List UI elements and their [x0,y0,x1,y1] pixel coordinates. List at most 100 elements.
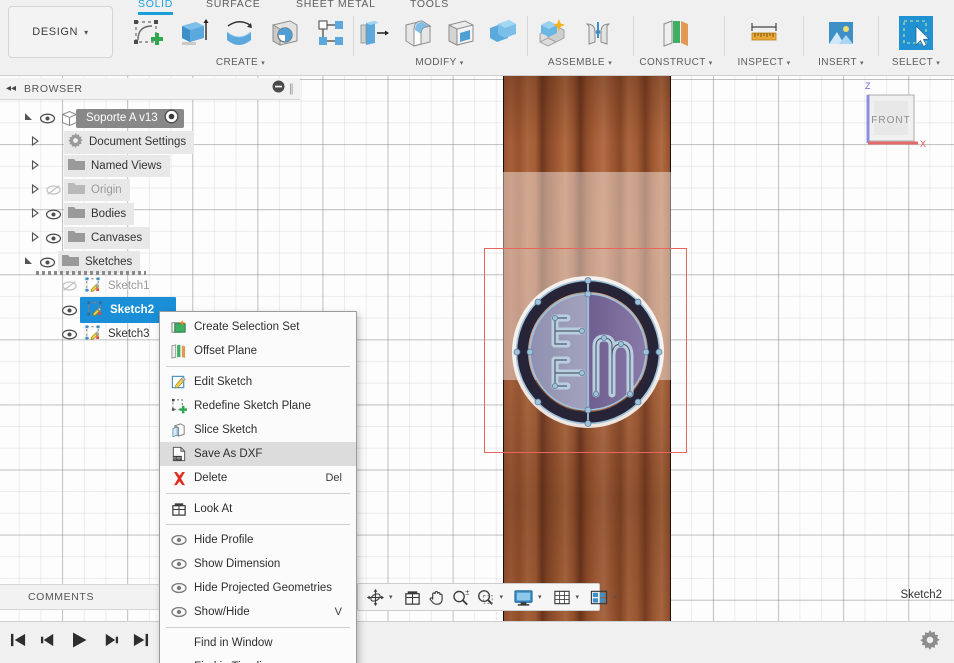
expand-arrow-icon[interactable] [22,256,36,268]
sweep-icon[interactable] [263,12,307,54]
orbit-icon[interactable] [364,585,387,609]
tab-sheet-metal[interactable]: SHEET METAL [296,0,376,10]
insert-canvas-icon[interactable] [819,12,863,54]
tree-node-named-views[interactable]: Named Views [0,154,300,178]
ribbon-group-modify-label[interactable]: MODIFY ▾ [356,57,523,68]
visibility-eye-hidden-icon[interactable] [42,184,64,196]
combine-icon[interactable] [483,12,523,54]
ribbon-group-construct-label[interactable]: CONSTRUCT ▾ [636,57,716,68]
press-pull-icon[interactable] [356,12,396,54]
active-sketch-label: Sketch2 [900,589,942,601]
zoom-window-icon[interactable] [474,585,498,609]
tree-node-bodies[interactable]: Bodies [0,202,300,226]
menu-item-label: Edit Sketch [194,376,253,388]
collapse-arrow-icon[interactable] [28,159,42,172]
tree-node-sketch3-row: Sketch3 [80,322,158,347]
visibility-eye-icon[interactable] [36,257,58,268]
tree-node-document-settings-row: Document Settings [64,130,195,154]
menu-item-show-dimension[interactable]: Show Dimension [160,552,356,576]
menu-item-hide-projected-geometries[interactable]: Hide Projected Geometries [160,576,356,600]
zoom-icon[interactable]: ± [449,585,473,609]
chevron-down-icon: ▾ [859,60,864,67]
panel-grip-icon[interactable]: ∥ [289,82,295,95]
visibility-eye-icon[interactable] [36,113,58,124]
visibility-eye-hidden-icon[interactable] [58,280,80,292]
tab-solid[interactable]: SOLID [138,0,174,15]
ribbon-group-insert-label[interactable]: INSERT ▾ [806,57,876,68]
chevron-down-icon[interactable]: ▾ [538,593,542,601]
create-sketch-icon[interactable] [125,12,169,54]
visibility-eye-icon[interactable] [58,329,80,340]
timeline-settings-icon[interactable] [920,630,954,655]
tree-node-canvases[interactable]: Canvases [0,226,300,250]
menu-item-edit-sketch[interactable]: Edit Sketch [160,370,356,394]
view-cube[interactable]: FRONT Z X [846,79,930,161]
expand-arrow-icon[interactable] [22,112,36,124]
play-icon[interactable] [70,631,89,654]
jump-to-beginning-icon[interactable] [10,632,27,653]
jump-to-end-icon[interactable] [132,632,149,653]
pan-icon[interactable] [425,585,448,609]
menu-item-label: Redefine Sketch Plane [194,400,311,412]
menu-item-slice-sketch[interactable]: Slice Sketch [160,418,356,442]
delete-icon [168,471,190,486]
shell-icon[interactable] [441,12,481,54]
select-icon[interactable] [894,12,938,54]
tree-node-root[interactable]: Soporte A v13 [0,106,300,130]
tree-node-document-settings[interactable]: Document Settings [0,130,300,154]
grid-snaps-icon[interactable] [550,585,574,609]
tree-node-named-views-label: Named Views [91,159,162,172]
chevron-down-icon[interactable]: ▾ [576,593,580,601]
menu-item-show-hide[interactable]: Show/Hide V [160,600,356,624]
visibility-eye-icon[interactable] [42,233,64,244]
collapse-left-icon[interactable]: ◂◂ [6,83,16,94]
menu-item-offset-plane[interactable]: Offset Plane [160,339,356,363]
new-component-icon[interactable] [530,12,574,54]
ribbon-toolbar: DESIGN ▾ SOLID SURFACE SHEET METAL TOOLS [0,0,954,76]
revolve-icon[interactable] [217,12,261,54]
menu-item-delete[interactable]: Delete Del [160,466,356,490]
menu-item-hide-profile[interactable]: Hide Profile [160,528,356,552]
offset-plane-icon[interactable] [654,12,698,54]
collapse-arrow-icon[interactable] [28,207,42,220]
collapse-arrow-icon[interactable] [28,135,42,148]
collapse-arrow-icon[interactable] [28,231,42,244]
chevron-down-icon[interactable]: ▾ [389,593,393,601]
visibility-eye-icon[interactable] [42,209,64,220]
tree-node-origin[interactable]: Origin [0,178,300,202]
step-back-icon[interactable] [40,632,57,653]
minus-circle-icon[interactable] [272,80,285,98]
workspace-selector[interactable]: DESIGN ▾ [8,6,113,58]
ribbon-group-inspect-label[interactable]: INSPECT ▾ [727,57,801,68]
look-at-icon[interactable] [401,585,424,609]
activate-component-radio[interactable] [164,109,179,127]
tab-tools[interactable]: TOOLS [410,0,449,10]
collapse-arrow-icon[interactable] [28,183,42,196]
joint-icon[interactable] [576,12,620,54]
measure-icon[interactable] [742,12,786,54]
menu-item-find-in-timeline[interactable]: Find in Timeline [160,655,356,663]
ribbon-group-create-label[interactable]: CREATE ▾ [125,57,356,68]
menu-item-save-as-dxf[interactable]: DXF Save As DXF [160,442,356,466]
menu-item-redefine-sketch-plane[interactable]: Redefine Sketch Plane [160,394,356,418]
step-forward-icon[interactable] [102,632,119,653]
chevron-down-icon[interactable]: ▾ [613,593,617,601]
tree-node-sketches[interactable]: Sketches [0,250,300,275]
extrude-icon[interactable] [171,12,215,54]
viewport-layout-icon[interactable] [587,585,611,609]
ribbon-divider [803,16,804,56]
pattern-icon[interactable] [309,12,353,54]
slice-sketch-icon [168,422,190,438]
tab-surface[interactable]: SURFACE [206,0,261,10]
menu-item-find-in-window[interactable]: Find in Window [160,631,356,655]
ribbon-group-select-label[interactable]: SELECT ▾ [881,57,951,68]
ribbon-group-assemble-label[interactable]: ASSEMBLE ▾ [530,57,630,68]
display-settings-icon[interactable] [511,585,536,609]
tree-node-sketch1[interactable]: Sketch1 [0,274,300,298]
menu-item-look-at[interactable]: Look At [160,497,356,521]
menu-item-create-selection-set[interactable]: Create Selection Set [160,315,356,339]
chevron-down-icon[interactable]: ▾ [500,593,504,601]
em-logo-sketch[interactable] [508,272,668,432]
fillet-icon[interactable] [398,12,438,54]
visibility-eye-icon[interactable] [58,305,80,316]
